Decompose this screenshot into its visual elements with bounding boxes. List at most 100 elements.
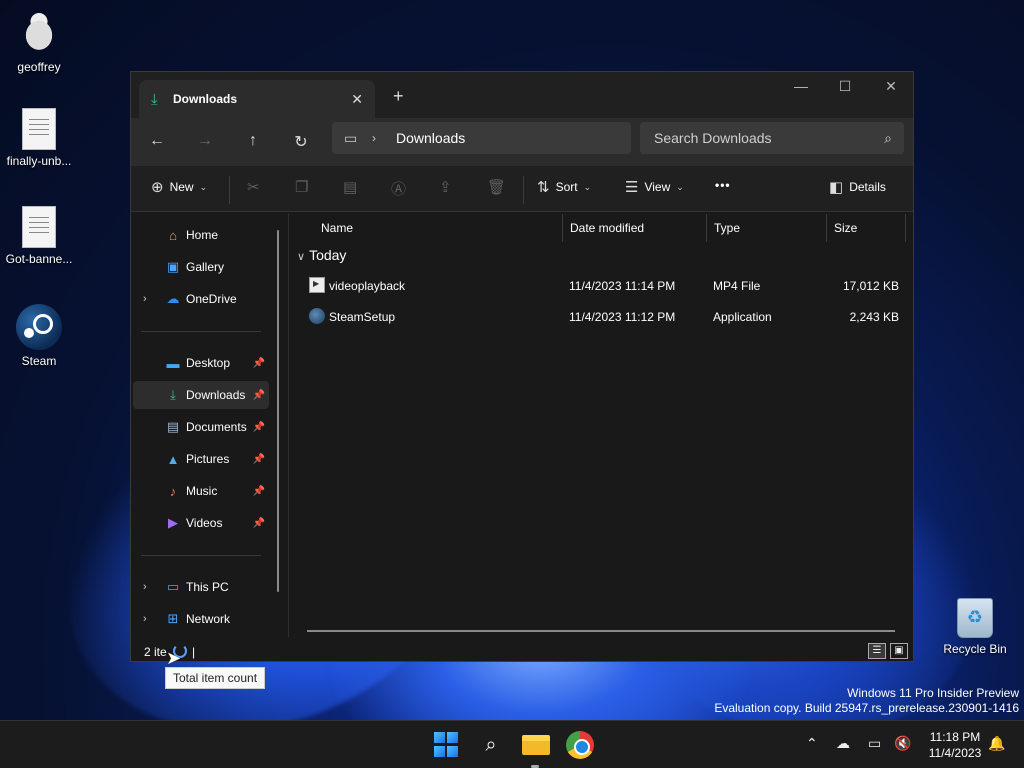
desktop-icon-geoffrey[interactable]: geoffrey <box>1 10 77 74</box>
nav-label: Documents <box>186 420 247 434</box>
desktop-icon-label: Got-banne... <box>5 252 73 266</box>
column-header-date-modified[interactable]: Date modified <box>562 214 707 242</box>
pane-divider[interactable] <box>288 213 289 637</box>
nav-item-documents[interactable]: ▤ Documents 📌 <box>133 413 269 441</box>
desktop-icon-finally-unb[interactable]: finally-unb... <box>1 108 77 168</box>
plus-circle-icon: ⊕ <box>151 179 164 196</box>
new-button[interactable]: ⊕ New ⌄ <box>151 178 207 196</box>
divider <box>141 331 261 332</box>
notification-bell-icon[interactable]: 🔔 <box>988 735 1005 752</box>
nav-item-pictures[interactable]: ▲ Pictures 📌 <box>133 445 269 473</box>
new-tab-button[interactable]: + <box>393 86 404 107</box>
volume-muted-icon[interactable]: 🔇 <box>894 735 911 752</box>
desktop-icon-label: geoffrey <box>17 60 61 74</box>
tab-downloads[interactable]: ⤓ Downloads ✕ <box>139 80 375 118</box>
chevron-down-icon: ⌄ <box>199 181 208 192</box>
column-header-type[interactable]: Type <box>706 214 827 242</box>
file-date: 11/4/2023 11:14 PM <box>569 279 676 293</box>
nav-scrollbar[interactable] <box>277 230 279 592</box>
computer-icon: ▭ <box>166 579 180 594</box>
desktop-icon-recycle-bin[interactable]: Recycle Bin <box>937 598 1013 656</box>
home-icon: ⌂ <box>169 227 177 243</box>
nav-item-network[interactable]: › ⊞ Network <box>133 605 269 633</box>
details-label: Details <box>849 180 886 194</box>
monitor-icon: ▭ <box>344 129 358 146</box>
desktop-icon-steam[interactable]: Steam <box>1 304 77 368</box>
chevron-right-icon[interactable]: › <box>372 131 396 145</box>
paste-button[interactable]: ▤ <box>343 178 357 196</box>
column-header-name[interactable]: Name <box>313 214 563 242</box>
tooltip: Total item count <box>165 667 266 689</box>
column-label: Size <box>834 221 858 235</box>
maximize-button[interactable]: ☐ <box>823 78 867 95</box>
network-tray-icon[interactable]: ▭ <box>868 735 881 752</box>
view-button[interactable]: ☰ View ⌄ <box>625 178 684 196</box>
nav-label: Videos <box>186 516 223 530</box>
start-button[interactable] <box>433 731 461 759</box>
chevron-down-icon: ⌄ <box>583 181 592 192</box>
refresh-button[interactable]: ↻ <box>289 132 313 152</box>
scissors-icon: ✂ <box>247 179 260 196</box>
more-options-button[interactable]: ••• <box>715 178 731 192</box>
file-row[interactable]: videoplayback 11/4/2023 11:14 PM MP4 Fil… <box>299 271 907 301</box>
share-button[interactable]: ⇪ <box>439 178 452 196</box>
nav-item-home[interactable]: ⌂ Home <box>133 221 269 249</box>
column-label: Name <box>321 221 354 235</box>
close-tab-icon[interactable]: ✕ <box>351 91 363 108</box>
details-view-button[interactable]: ☰ <box>868 643 886 659</box>
nav-item-this-pc[interactable]: › ▭ This PC <box>133 573 269 601</box>
pin-icon: 📌 <box>252 421 265 433</box>
up-button[interactable]: ↑ <box>241 132 265 150</box>
rename-button[interactable]: Ⓐ <box>391 178 406 199</box>
minimize-button[interactable]: — <box>779 78 823 94</box>
close-window-button[interactable]: ✕ <box>869 78 913 95</box>
rename-icon: Ⓐ <box>391 181 407 198</box>
new-label: New <box>169 180 194 194</box>
sort-button[interactable]: ⇅ Sort ⌄ <box>537 178 591 196</box>
nav-item-desktop[interactable]: ▬ Desktop 📌 <box>133 349 269 377</box>
file-explorer-taskbar-button[interactable] <box>522 735 550 755</box>
chevron-right-icon[interactable]: › <box>143 581 147 593</box>
nav-item-gallery[interactable]: ▣ Gallery <box>133 253 269 281</box>
group-label: Today <box>309 247 347 263</box>
file-row[interactable]: SteamSetup 11/4/2023 11:12 PM Applicatio… <box>299 302 907 332</box>
search-input[interactable]: Search Downloads ⌕ <box>640 122 904 154</box>
copy-button[interactable]: ❐ <box>295 178 308 196</box>
file-type: MP4 File <box>713 279 761 293</box>
nav-item-onedrive[interactable]: › ☁ OneDrive <box>133 285 269 313</box>
group-header-today[interactable]: ∨ Today <box>297 247 346 263</box>
divider <box>523 176 524 204</box>
chevron-right-icon[interactable]: › <box>143 293 147 305</box>
trash-icon: 🗑 <box>487 179 507 196</box>
forward-button[interactable]: → <box>193 132 217 150</box>
file-type: Application <box>713 310 772 324</box>
back-button[interactable]: ← <box>145 132 169 150</box>
breadcrumb-downloads[interactable]: Downloads <box>396 130 465 146</box>
chrome-taskbar-button[interactable] <box>566 731 594 759</box>
share-icon: ⇪ <box>439 179 452 196</box>
pin-icon: 📌 <box>252 389 265 401</box>
download-arrow-icon: ⤓ <box>151 90 158 108</box>
item-count: 2 ite <box>144 645 167 659</box>
onedrive-tray-icon[interactable]: ☁ <box>836 735 850 752</box>
nav-item-videos[interactable]: ▶ Videos 📌 <box>133 509 269 537</box>
column-header-size[interactable]: Size <box>826 214 906 242</box>
search-button[interactable]: ⌕ <box>477 731 505 759</box>
nav-item-music[interactable]: ♪ Music 📌 <box>133 477 269 505</box>
desktop-icon-got-banne[interactable]: Got-banne... <box>1 206 77 266</box>
nav-item-downloads[interactable]: ⤓ Downloads 📌 <box>133 381 269 409</box>
clock[interactable]: 11:18 PM 11/4/2023 <box>920 729 990 761</box>
document-icon <box>22 108 56 150</box>
chevron-right-icon[interactable]: › <box>143 613 147 625</box>
download-arrow-icon: ⤓ <box>170 387 176 402</box>
delete-button[interactable]: 🗑 <box>487 178 506 196</box>
status-divider: | <box>192 645 196 659</box>
column-label: Type <box>714 221 741 235</box>
details-button[interactable]: ◧ Details <box>829 178 886 196</box>
show-hidden-icons-button[interactable]: ⌃ <box>806 735 818 752</box>
tab-title: Downloads <box>173 92 238 106</box>
horizontal-scrollbar[interactable] <box>307 630 895 632</box>
address-bar[interactable]: ▭ › Downloads <box>332 122 631 154</box>
tiles-view-button[interactable]: ▣ <box>890 643 908 659</box>
cut-button[interactable]: ✂ <box>247 178 260 196</box>
